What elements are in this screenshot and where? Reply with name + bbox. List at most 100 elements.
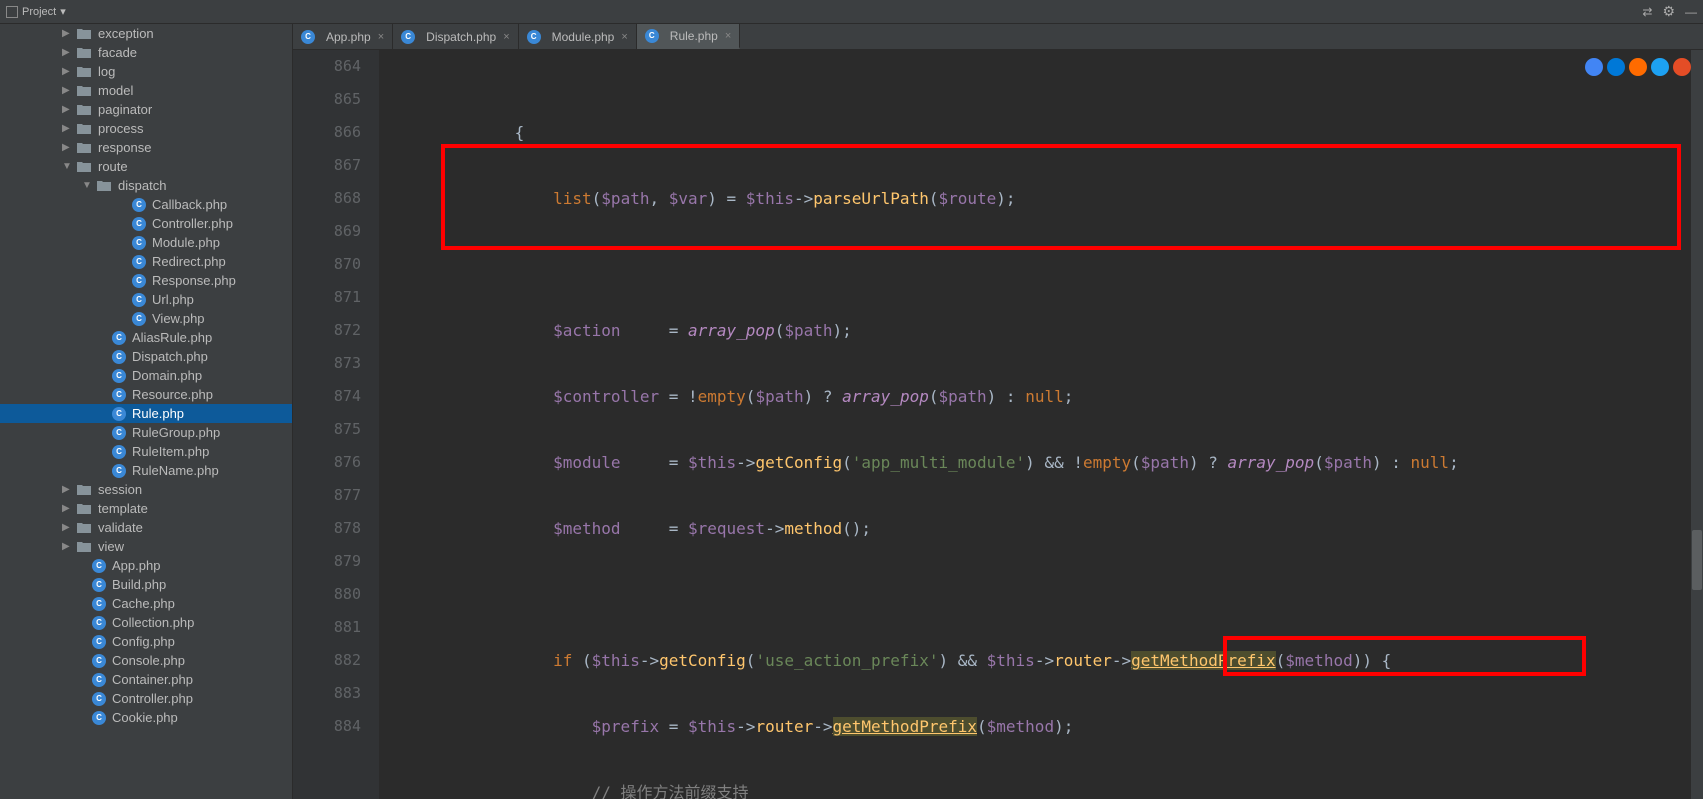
folder-icon — [76, 160, 92, 174]
browser-icon-2[interactable] — [1629, 58, 1647, 76]
tree-item-label: Resource.php — [132, 387, 213, 402]
tree-arrow-icon[interactable] — [62, 28, 76, 39]
php-file-icon: C — [112, 369, 126, 383]
scroll-thumb[interactable] — [1692, 530, 1702, 590]
sliders-icon[interactable] — [1642, 4, 1652, 19]
tree-item-label: Cache.php — [112, 596, 175, 611]
tab-app-php[interactable]: CApp.php× — [293, 24, 393, 49]
php-file-icon: C — [92, 635, 106, 649]
tree-item-validate[interactable]: validate — [0, 518, 292, 537]
tree-item-paginator[interactable]: paginator — [0, 100, 292, 119]
tree-item-label: Collection.php — [112, 615, 194, 630]
line-number: 866 — [293, 116, 361, 149]
tree-item-process[interactable]: process — [0, 119, 292, 138]
php-file-icon: C — [112, 426, 126, 440]
folder-icon — [76, 65, 92, 79]
browser-icon-1[interactable] — [1607, 58, 1625, 76]
chevron-down-icon: ▾ — [60, 5, 66, 18]
tree-item-url-php[interactable]: CUrl.php — [0, 290, 292, 309]
tree-item-build-php[interactable]: CBuild.php — [0, 575, 292, 594]
tree-arrow-icon[interactable] — [62, 104, 76, 115]
tree-item-domain-php[interactable]: CDomain.php — [0, 366, 292, 385]
tree-item-log[interactable]: log — [0, 62, 292, 81]
tree-item-view[interactable]: view — [0, 537, 292, 556]
tab-label: Rule.php — [670, 29, 718, 43]
line-number: 879 — [293, 545, 361, 578]
close-icon[interactable]: × — [503, 31, 509, 43]
tree-item-rule-php[interactable]: CRule.php — [0, 404, 292, 423]
tree-item-controller-php[interactable]: CController.php — [0, 689, 292, 708]
line-number: 869 — [293, 215, 361, 248]
tree-item-template[interactable]: template — [0, 499, 292, 518]
tree-item-label: paginator — [98, 102, 152, 117]
tree-item-view-php[interactable]: CView.php — [0, 309, 292, 328]
tree-item-container-php[interactable]: CContainer.php — [0, 670, 292, 689]
tree-item-resource-php[interactable]: CResource.php — [0, 385, 292, 404]
project-tree[interactable]: exceptionfacade log model paginator process r… — [0, 24, 293, 799]
tree-item-response-php[interactable]: CResponse.php — [0, 271, 292, 290]
tree-item-dispatch-php[interactable]: CDispatch.php — [0, 347, 292, 366]
tree-arrow-icon[interactable] — [62, 484, 76, 495]
tree-item-app-php[interactable]: CApp.php — [0, 556, 292, 575]
tree-item-label: log — [98, 64, 115, 79]
tree-arrow-icon[interactable] — [82, 180, 96, 191]
tree-item-collection-php[interactable]: CCollection.php — [0, 613, 292, 632]
tree-item-cookie-php[interactable]: CCookie.php — [0, 708, 292, 727]
tree-arrow-icon[interactable] — [62, 522, 76, 533]
tree-item-console-php[interactable]: CConsole.php — [0, 651, 292, 670]
tab-module-php[interactable]: CModule.php× — [519, 24, 637, 49]
tree-item-label: Callback.php — [152, 197, 227, 212]
tree-item-cache-php[interactable]: CCache.php — [0, 594, 292, 613]
php-file-icon: C — [132, 255, 146, 269]
php-file-icon: C — [92, 692, 106, 706]
tree-item-route[interactable]: route — [0, 157, 292, 176]
browser-icon-3[interactable] — [1651, 58, 1669, 76]
tree-arrow-icon[interactable] — [62, 123, 76, 134]
tree-item-redirect-php[interactable]: CRedirect.php — [0, 252, 292, 271]
project-dropdown[interactable]: Project ▾ — [6, 5, 66, 18]
tab-rule-php[interactable]: C Rule.php × — [637, 24, 740, 49]
browser-icon-0[interactable] — [1585, 58, 1603, 76]
tree-item-ruleitem-php[interactable]: CRuleItem.php — [0, 442, 292, 461]
php-file-icon: C — [92, 711, 106, 725]
php-file-icon: C — [112, 464, 126, 478]
close-icon[interactable]: × — [378, 31, 384, 43]
tab-label: App.php — [326, 30, 371, 44]
php-file-icon: C — [645, 29, 659, 43]
tree-item-rulegroup-php[interactable]: CRuleGroup.php — [0, 423, 292, 442]
browser-icon-4[interactable] — [1673, 58, 1691, 76]
close-icon[interactable]: × — [621, 31, 627, 43]
tree-item-dispatch[interactable]: dispatch — [0, 176, 292, 195]
tab-dispatch-php[interactable]: CDispatch.php× — [393, 24, 518, 49]
tree-arrow-icon[interactable] — [62, 541, 76, 552]
collapse-icon[interactable] — [1685, 4, 1697, 19]
tree-item-session[interactable]: session — [0, 480, 292, 499]
scrollbar-vertical[interactable] — [1691, 50, 1703, 799]
tree-item-callback-php[interactable]: CCallback.php — [0, 195, 292, 214]
tree-item-aliasrule-php[interactable]: CAliasRule.php — [0, 328, 292, 347]
tree-item-facade[interactable]: facade — [0, 43, 292, 62]
close-icon[interactable]: × — [725, 30, 731, 42]
tree-item-label: response — [98, 140, 151, 155]
tree-item-response[interactable]: response — [0, 138, 292, 157]
tree-arrow-icon[interactable] — [62, 503, 76, 514]
folder-icon — [76, 502, 92, 516]
tree-item-config-php[interactable]: CConfig.php — [0, 632, 292, 651]
folder-icon — [76, 27, 92, 41]
tree-item-controller-php[interactable]: CController.php — [0, 214, 292, 233]
tree-arrow-icon[interactable] — [62, 47, 76, 58]
tree-item-module-php[interactable]: CModule.php — [0, 233, 292, 252]
tree-arrow-icon[interactable] — [62, 161, 76, 172]
code-content[interactable]: { list($path, $var) = $this->parseUrlPat… — [379, 50, 1703, 799]
tree-item-model[interactable]: model — [0, 81, 292, 100]
line-number: 867 — [293, 149, 361, 182]
tree-arrow-icon[interactable] — [62, 142, 76, 153]
line-number: 883 — [293, 677, 361, 710]
line-number: 876 — [293, 446, 361, 479]
tree-arrow-icon[interactable] — [62, 66, 76, 77]
tree-item-exception[interactable]: exception — [0, 24, 292, 43]
gear-icon[interactable] — [1662, 3, 1675, 20]
tree-item-rulename-php[interactable]: CRuleName.php — [0, 461, 292, 480]
tree-arrow-icon[interactable] — [62, 85, 76, 96]
folder-icon — [76, 84, 92, 98]
